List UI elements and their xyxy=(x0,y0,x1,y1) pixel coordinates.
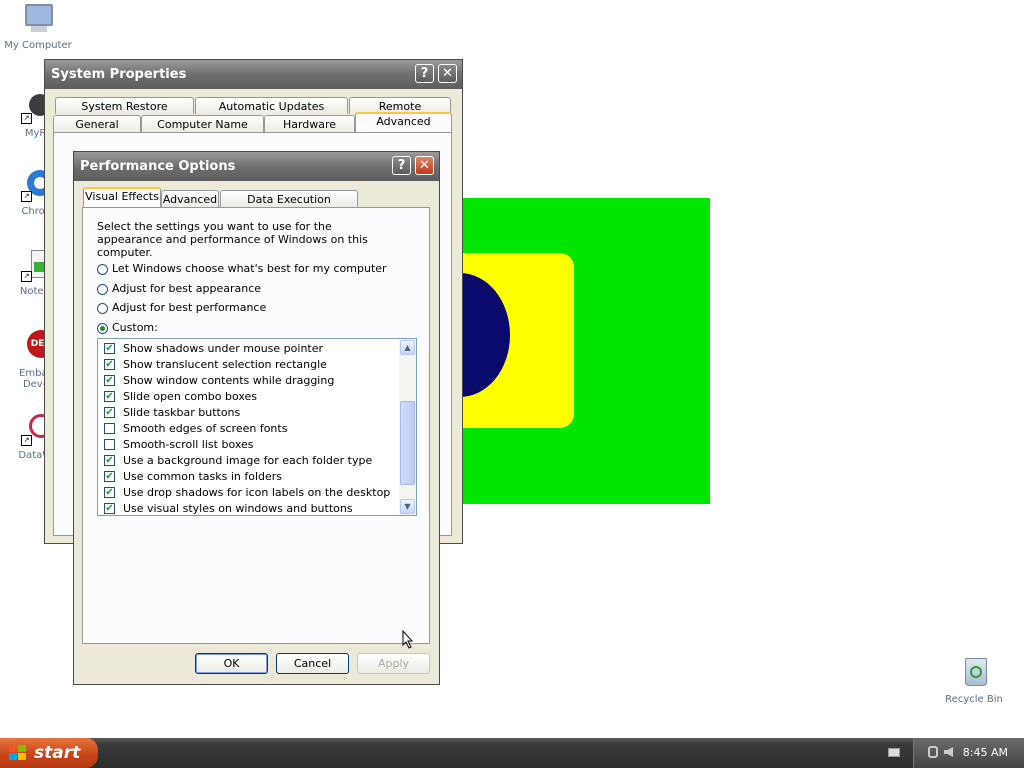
taskbar: start 8:45 AM xyxy=(0,738,1024,768)
visual-effects-panel: Select the settings you want to use for … xyxy=(82,207,430,644)
list-item[interactable]: ✔ Slide open combo boxes xyxy=(98,389,416,405)
checkbox-checked[interactable]: ✔ xyxy=(104,406,115,418)
description-text: Select the settings you want to use for … xyxy=(97,220,368,259)
radio-label: Custom: xyxy=(112,321,158,334)
tab-advanced[interactable]: Advanced xyxy=(355,112,452,132)
desktop-icon-label: Recycle Bin xyxy=(945,694,1003,705)
list-item[interactable]: ✔ Use common tasks in folders xyxy=(98,469,416,485)
checkbox-checked[interactable]: ✔ xyxy=(104,502,115,514)
radio-button[interactable] xyxy=(97,283,108,295)
start-button[interactable]: start xyxy=(0,738,98,768)
scroll-up-button[interactable]: ▲ xyxy=(400,340,415,355)
list-item-label: Show shadows under mouse pointer xyxy=(123,342,324,355)
list-item-label: Use visual styles on windows and buttons xyxy=(123,502,353,515)
radio-label: Adjust for best appearance xyxy=(112,282,262,295)
radio-let-windows-choose[interactable]: Let Windows choose what's best for my co… xyxy=(97,262,387,276)
clock: 8:45 AM xyxy=(962,746,1008,759)
list-item[interactable]: ✔ Show shadows under mouse pointer xyxy=(98,341,416,357)
window-title: System Properties xyxy=(51,67,187,82)
tab-hardware[interactable]: Hardware xyxy=(264,115,355,132)
list-item-label: Slide open combo boxes xyxy=(123,390,258,403)
tab-automatic-updates[interactable]: Automatic Updates xyxy=(195,97,348,114)
list-item-label: Use common tasks in folders xyxy=(123,470,283,483)
close-button[interactable]: ✕ xyxy=(438,64,457,83)
list-item[interactable]: Smooth-scroll list boxes xyxy=(98,437,416,453)
window-title: Performance Options xyxy=(80,159,236,174)
checkbox-checked[interactable]: ✔ xyxy=(104,470,115,482)
help-button[interactable]: ? xyxy=(392,156,411,175)
list-item[interactable]: Smooth edges of screen fonts xyxy=(98,421,416,437)
checkbox-checked[interactable]: ✔ xyxy=(104,390,115,402)
start-label: start xyxy=(34,743,81,763)
radio-button[interactable] xyxy=(97,263,108,275)
checkbox-checked[interactable]: ✔ xyxy=(104,486,115,498)
checkbox-checked[interactable]: ✔ xyxy=(104,342,115,354)
artwork-yellow-shape xyxy=(450,253,574,428)
radio-label: Adjust for best performance xyxy=(112,301,267,314)
list-item-label: Smooth edges of screen fonts xyxy=(123,422,288,435)
radio-label: Let Windows choose what's best for my co… xyxy=(112,262,387,275)
tab-computer-name[interactable]: Computer Name xyxy=(141,115,264,132)
radio-best-appearance[interactable]: Adjust for best appearance xyxy=(97,282,261,296)
list-item[interactable]: ✔ Show window contents while dragging xyxy=(98,373,416,389)
tab-visual-effects[interactable]: Visual Effects xyxy=(83,187,161,207)
radio-button-selected[interactable] xyxy=(97,322,108,334)
checkbox-checked[interactable]: ✔ xyxy=(104,454,115,466)
cancel-button[interactable]: Cancel xyxy=(276,653,349,674)
tab-advanced[interactable]: Advanced xyxy=(161,190,219,207)
visual-effects-list[interactable]: ✔ Show shadows under mouse pointer ✔ Show … xyxy=(97,338,417,516)
shortcut-arrow-icon: ↗ xyxy=(21,271,32,282)
list-item-label: Show translucent selection rectangle xyxy=(123,358,327,371)
checkbox-checked[interactable]: ✔ xyxy=(104,374,115,386)
radio-button[interactable] xyxy=(97,302,108,314)
list-item[interactable]: ✔ Use a background image for each folder … xyxy=(98,453,416,469)
desktop-icon-my-computer[interactable]: My Computer xyxy=(0,2,76,51)
list-item-label: Show window contents while dragging xyxy=(123,374,335,387)
list-item-label: Use drop shadows for icon labels on the … xyxy=(123,486,391,499)
list-item[interactable]: ✔ Use visual styles on windows and button… xyxy=(98,501,416,515)
recycle-bin-icon xyxy=(957,656,991,690)
desktop-icon-recycle-bin[interactable]: Recycle Bin xyxy=(936,656,1012,705)
network-icon[interactable] xyxy=(928,746,938,758)
mouse-cursor-icon xyxy=(402,630,414,649)
list-item-label: Use a background image for each folder t… xyxy=(123,454,373,467)
title-bar[interactable]: Performance Options ? ✕ xyxy=(74,152,439,181)
scroll-thumb[interactable] xyxy=(400,401,415,485)
performance-options-window: Performance Options ? ✕ Visual Effects A… xyxy=(73,151,440,685)
list-item[interactable]: ✔ Show translucent selection rectangle xyxy=(98,357,416,373)
windows-logo-icon xyxy=(9,745,27,761)
checkbox-unchecked[interactable] xyxy=(104,422,115,434)
close-button[interactable]: ✕ xyxy=(415,156,434,175)
tab-data-execution-prevention[interactable]: Data Execution Prevention xyxy=(220,190,358,223)
scroll-down-button[interactable]: ▼ xyxy=(400,499,415,514)
shortcut-arrow-icon: ↗ xyxy=(21,435,32,446)
title-bar[interactable]: System Properties ? ✕ xyxy=(45,60,462,89)
computer-icon xyxy=(21,2,55,36)
checkbox-checked[interactable]: ✔ xyxy=(104,358,115,370)
keyboard-icon[interactable] xyxy=(888,748,900,757)
help-button[interactable]: ? xyxy=(415,64,434,83)
system-tray: 8:45 AM xyxy=(913,738,1024,768)
apply-button: Apply xyxy=(357,653,430,674)
shortcut-arrow-icon: ↗ xyxy=(21,113,32,124)
tab-general[interactable]: General xyxy=(53,115,141,132)
desktop-icon-label: My Computer xyxy=(4,40,72,51)
checkbox-unchecked[interactable] xyxy=(104,438,115,450)
volume-icon[interactable] xyxy=(944,747,953,757)
list-item-label: Smooth-scroll list boxes xyxy=(123,438,254,451)
list-item[interactable]: ✔ Use drop shadows for icon labels on the… xyxy=(98,485,416,501)
shortcut-arrow-icon: ↗ xyxy=(21,191,32,202)
radio-custom[interactable]: Custom: xyxy=(97,321,158,335)
list-item[interactable]: ✔ Slide taskbar buttons xyxy=(98,405,416,421)
list-item-label: Slide taskbar buttons xyxy=(123,406,241,419)
vertical-scrollbar[interactable]: ▲ ▼ xyxy=(399,339,416,515)
tab-system-restore[interactable]: System Restore xyxy=(55,97,194,114)
ok-button[interactable]: OK xyxy=(195,653,268,674)
radio-best-performance[interactable]: Adjust for best performance xyxy=(97,301,266,315)
